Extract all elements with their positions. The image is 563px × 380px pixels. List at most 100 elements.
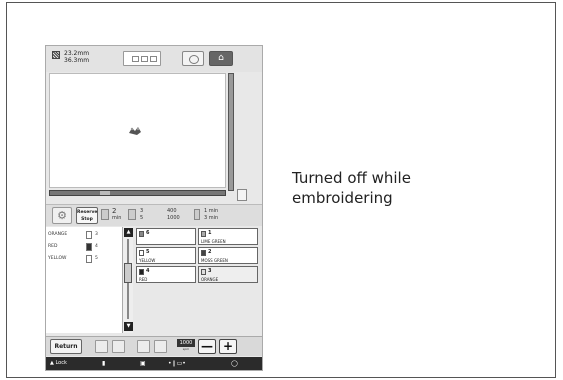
- time-progress: 1 min 3 min: [204, 208, 218, 222]
- scroll-down-icon[interactable]: ▼: [124, 322, 133, 331]
- color-swatch: [139, 269, 144, 275]
- presser-foot-icon: •❙▭•: [168, 360, 186, 367]
- size-height: 36.3mm: [64, 57, 90, 64]
- progress-row: ⚙ Reserve Stop 2 min 3 5 400 1000 1 min …: [46, 204, 262, 226]
- lock-button[interactable]: ▲ Lock: [50, 358, 80, 369]
- time-current: 1 min: [204, 208, 219, 214]
- color-cell[interactable]: 2 MOSS GREEN: [198, 247, 258, 264]
- thread-order-list: ORANGE 3 RED 4 YELLOW 5: [46, 227, 123, 333]
- color-number: 6: [146, 230, 150, 236]
- color-cell[interactable]: 4 RED: [136, 266, 196, 283]
- reserve-label: Reserve: [77, 210, 98, 215]
- color-cell[interactable]: 1 LIME GREEN: [198, 228, 258, 245]
- color-count-value: 2: [112, 207, 117, 215]
- gear-icon[interactable]: ⚙: [52, 207, 72, 224]
- color-swatch: [139, 250, 144, 256]
- color-index: 3: [140, 208, 144, 214]
- scroll-thumb[interactable]: [124, 263, 132, 283]
- list-item[interactable]: RED 4: [48, 241, 118, 252]
- color-name: YELLOW: [139, 258, 156, 263]
- document-icon[interactable]: ▮: [102, 359, 105, 368]
- design-size: 23.2mm 36.3mm: [52, 50, 102, 70]
- color-swatch: [201, 231, 206, 237]
- color-count: 2 min: [112, 208, 121, 222]
- stitch-total: 1000: [167, 215, 180, 221]
- machine-screen: 23.2mm 36.3mm ⌂ ⚙ Reserve Stop 2 min 3 5…: [45, 45, 263, 371]
- status-bar: ▲ Lock ▮ ▣ •❙▭• ◯: [46, 357, 262, 370]
- speed-display: 1000 spm: [177, 339, 195, 354]
- page-indicator-button[interactable]: [123, 51, 161, 66]
- speed-value: 1000: [177, 339, 195, 347]
- needle-icon[interactable]: [95, 340, 108, 353]
- color-cell[interactable]: 5 YELLOW: [136, 247, 196, 264]
- trim-icon[interactable]: [112, 340, 125, 353]
- thread-swatch: [86, 231, 92, 239]
- embroidery-preview: [49, 73, 226, 188]
- vertical-slider[interactable]: [228, 73, 234, 191]
- list-item[interactable]: ORANGE 3: [48, 229, 118, 240]
- list-item[interactable]: YELLOW 5: [48, 253, 118, 264]
- thread-swatch: [86, 243, 92, 251]
- thread-name: YELLOW: [48, 256, 67, 261]
- design-thumbnail: [129, 127, 141, 135]
- reserve-stop-button[interactable]: Reserve Stop: [76, 207, 98, 224]
- color-number: 2: [208, 249, 212, 255]
- thread-spool-icon: [237, 189, 247, 201]
- color-name: LIME GREEN: [201, 239, 226, 244]
- top-bar: 23.2mm 36.3mm ⌂: [46, 46, 262, 72]
- color-order-icon: [101, 209, 109, 220]
- list-scrollbar[interactable]: ▲ ▼: [123, 227, 133, 333]
- color-number: 5: [146, 249, 150, 255]
- color-number: 3: [208, 268, 212, 274]
- color-name: ORANGE: [201, 277, 219, 282]
- page-box-icon: [150, 56, 157, 62]
- stitch-progress: 400 1000: [167, 208, 180, 222]
- speed-unit: spm: [182, 347, 190, 351]
- color-name: MOSS GREEN: [201, 258, 228, 263]
- caption: Turned off while embroidering: [292, 168, 512, 208]
- color-name: RED: [139, 277, 148, 282]
- thread-number: 4: [95, 244, 98, 249]
- stitch-current: 400: [167, 208, 177, 214]
- color-swatch: [201, 250, 206, 256]
- caption-line-1: Turned off while: [292, 169, 411, 187]
- color-number: 1: [208, 230, 212, 236]
- size-icon: [52, 51, 60, 59]
- caption-line-2: embroidering: [292, 189, 393, 207]
- page-box-icon: [141, 56, 148, 62]
- color-sequence-grid: 6 1 LIME GREEN 5 YELLOW 2 MOSS GREEN 4 R…: [136, 228, 260, 332]
- color-count-unit: min: [112, 215, 122, 221]
- color-total: 5: [140, 215, 144, 221]
- thread-icon: [128, 209, 136, 220]
- color-swatch: [201, 269, 206, 275]
- tension-icon[interactable]: [137, 340, 150, 353]
- stop-label: Stop: [81, 217, 93, 222]
- horizontal-slider[interactable]: [49, 190, 226, 196]
- stitch-forward-icon[interactable]: [154, 340, 167, 353]
- frame-icon[interactable]: ▣: [140, 359, 146, 368]
- color-number: 4: [146, 268, 150, 274]
- color-cell-active[interactable]: 3 ORANGE: [198, 266, 258, 283]
- warning-icon: ▲: [50, 360, 54, 366]
- time-total: 3 min: [204, 215, 219, 221]
- thread-name: RED: [48, 244, 58, 249]
- thread-number: 5: [95, 256, 98, 261]
- color-cell[interactable]: 6: [136, 228, 196, 245]
- hourglass-icon: [194, 209, 200, 220]
- return-button[interactable]: Return: [50, 339, 82, 354]
- color-progress: 3 5: [140, 208, 143, 222]
- clock-icon[interactable]: ◯: [231, 359, 238, 368]
- thread-name: ORANGE: [48, 232, 68, 237]
- slider-thumb[interactable]: [100, 191, 110, 195]
- speed-plus-button[interactable]: +: [219, 339, 237, 354]
- color-swatch: [139, 231, 144, 237]
- scroll-up-icon[interactable]: ▲: [124, 228, 133, 237]
- bottom-controls: Return 1000 spm — +: [46, 336, 262, 356]
- thread-number: 3: [95, 232, 98, 237]
- home-button[interactable]: ⌂: [209, 51, 233, 66]
- size-width: 23.2mm: [64, 50, 90, 57]
- speed-minus-button[interactable]: —: [198, 339, 216, 354]
- camera-button[interactable]: [182, 51, 204, 66]
- lock-label: Lock: [55, 360, 67, 366]
- thread-swatch: [86, 255, 92, 263]
